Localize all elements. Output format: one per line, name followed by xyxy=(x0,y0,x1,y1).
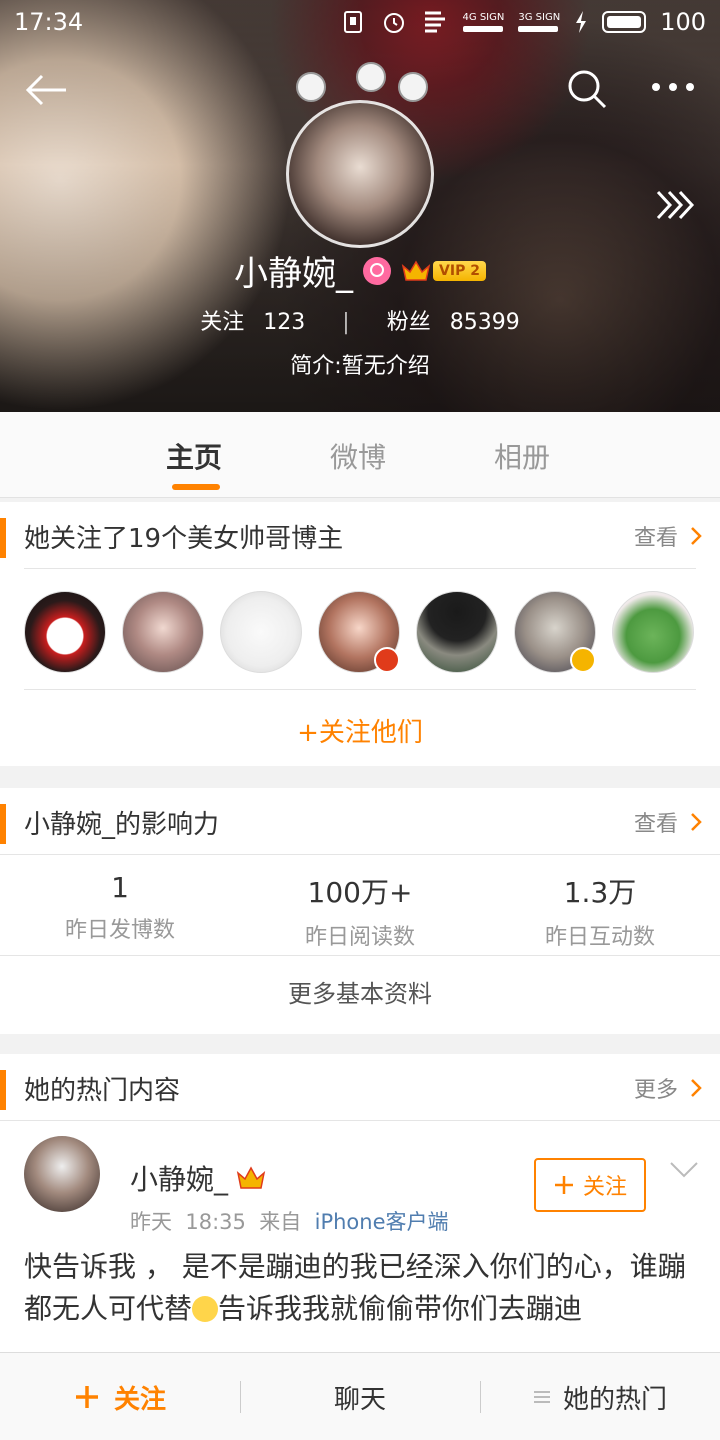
followed-avatar[interactable] xyxy=(220,591,302,673)
avatar-decoration-icon xyxy=(356,62,386,92)
influence-card: 小静婉_的影响力 查看 1 昨日发博数 100万+ 昨日阅读数 1.3万 昨日互… xyxy=(0,788,720,1034)
profile-avatar[interactable] xyxy=(286,100,434,248)
bottom-follow-button[interactable]: 关注 xyxy=(0,1353,240,1440)
avatar-decoration-icon xyxy=(398,72,428,102)
influence-card-title: 小静婉_的影响力 xyxy=(24,810,220,840)
post-author-avatar[interactable] xyxy=(24,1136,100,1212)
hot-content-title: 她的热门内容 xyxy=(24,1076,181,1106)
menu-icon xyxy=(533,1391,550,1403)
smile-emoji-icon xyxy=(192,1296,219,1322)
bottom-hot-menu-button[interactable]: 她的热门 xyxy=(480,1353,720,1440)
post-text[interactable]: 快告诉我 ， 是不是蹦迪的我已经深入你们的心，谁蹦都无人可代替 告诉我我就偷偷带你… xyxy=(24,1246,704,1354)
followed-avatars xyxy=(0,569,720,689)
vibrate-icon xyxy=(343,11,362,33)
chevron-right-icon xyxy=(691,813,702,831)
status-time: 17:34 xyxy=(14,8,84,36)
battery-level: 100 xyxy=(660,8,706,36)
metric-reads: 100万+ 昨日阅读数 xyxy=(304,876,415,950)
followed-avatar[interactable] xyxy=(24,591,106,673)
stats-divider: | xyxy=(342,310,350,335)
bottom-action-bar: 关注 聊天 她的热门 xyxy=(0,1352,720,1440)
following-card: 她关注了19个美女帅哥博主 查看 +关注他们 xyxy=(0,502,720,766)
plus-icon xyxy=(75,1386,98,1408)
following-stat[interactable]: 关注 123 xyxy=(194,310,311,335)
metric-interactions: 1.3万 昨日互动数 xyxy=(544,876,655,950)
following-view-link[interactable]: 查看 xyxy=(634,520,702,552)
signal-3g: 3G SIGN xyxy=(518,12,560,32)
back-arrow-icon[interactable] xyxy=(24,70,68,110)
influence-metrics: 1 昨日发博数 100万+ 昨日阅读数 1.3万 昨日互动数 xyxy=(0,855,720,955)
followed-avatar[interactable] xyxy=(612,591,694,673)
metric-posts: 1 昨日发博数 xyxy=(64,871,175,943)
vip-level: VIP 2 xyxy=(433,260,486,281)
post-author-name[interactable]: 小静婉_ xyxy=(130,1158,228,1198)
following-card-title: 她关注了19个美女帅哥博主 xyxy=(24,524,344,554)
tab-album[interactable]: 相册 xyxy=(494,436,550,476)
tab-home[interactable]: 主页 xyxy=(166,436,222,476)
bottom-chat-button[interactable]: 聊天 xyxy=(240,1353,480,1440)
profile-bio: 简介:暂无介绍 xyxy=(290,354,430,379)
vip-badge[interactable]: VIP 2 xyxy=(401,260,486,282)
chevron-down-icon[interactable] xyxy=(668,1158,700,1182)
status-bar: 17:34 4G SIGN 3G SIGN 100 xyxy=(0,0,720,48)
follow-them-button[interactable]: +关注他们 xyxy=(0,712,720,749)
profile-tabs: 主页 微博 相册 xyxy=(0,412,720,498)
battery-icon xyxy=(602,11,647,33)
alarm-icon xyxy=(383,13,404,33)
search-icon[interactable] xyxy=(566,68,608,110)
followed-avatar[interactable] xyxy=(122,591,204,673)
post-follow-button[interactable]: 关注 xyxy=(534,1158,646,1212)
influence-view-link[interactable]: 查看 xyxy=(634,806,702,838)
verified-badge-icon xyxy=(374,647,400,673)
verified-badge-icon xyxy=(570,647,596,673)
active-tab-indicator xyxy=(172,484,220,490)
post-meta: 昨天 18:35 来自 iPhone客户端 xyxy=(130,1210,449,1234)
chevron-right-icon xyxy=(691,527,702,545)
chevron-right-icon xyxy=(691,1079,702,1097)
tab-weibo[interactable]: 微博 xyxy=(330,436,386,476)
crown-icon xyxy=(401,260,431,281)
fans-stat[interactable]: 粉丝 85399 xyxy=(381,310,526,335)
more-basic-info-button[interactable]: 更多基本资料 xyxy=(0,956,720,1032)
triple-chevron-icon[interactable] xyxy=(654,188,696,222)
charging-icon xyxy=(576,11,587,33)
plus-icon xyxy=(554,1176,573,1194)
avatar-decoration-icon xyxy=(296,72,326,102)
crown-icon xyxy=(236,1166,266,1189)
data-icon xyxy=(424,11,445,33)
hot-content-more-link[interactable]: 更多 xyxy=(634,1072,702,1104)
more-options-icon[interactable] xyxy=(650,80,696,94)
post-source-link[interactable]: iPhone客户端 xyxy=(315,1210,449,1234)
followed-avatar[interactable] xyxy=(416,591,498,673)
profile-name: 小静婉_ xyxy=(234,254,354,294)
signal-4g: 4G SIGN xyxy=(462,12,504,32)
female-gender-icon xyxy=(363,256,392,285)
